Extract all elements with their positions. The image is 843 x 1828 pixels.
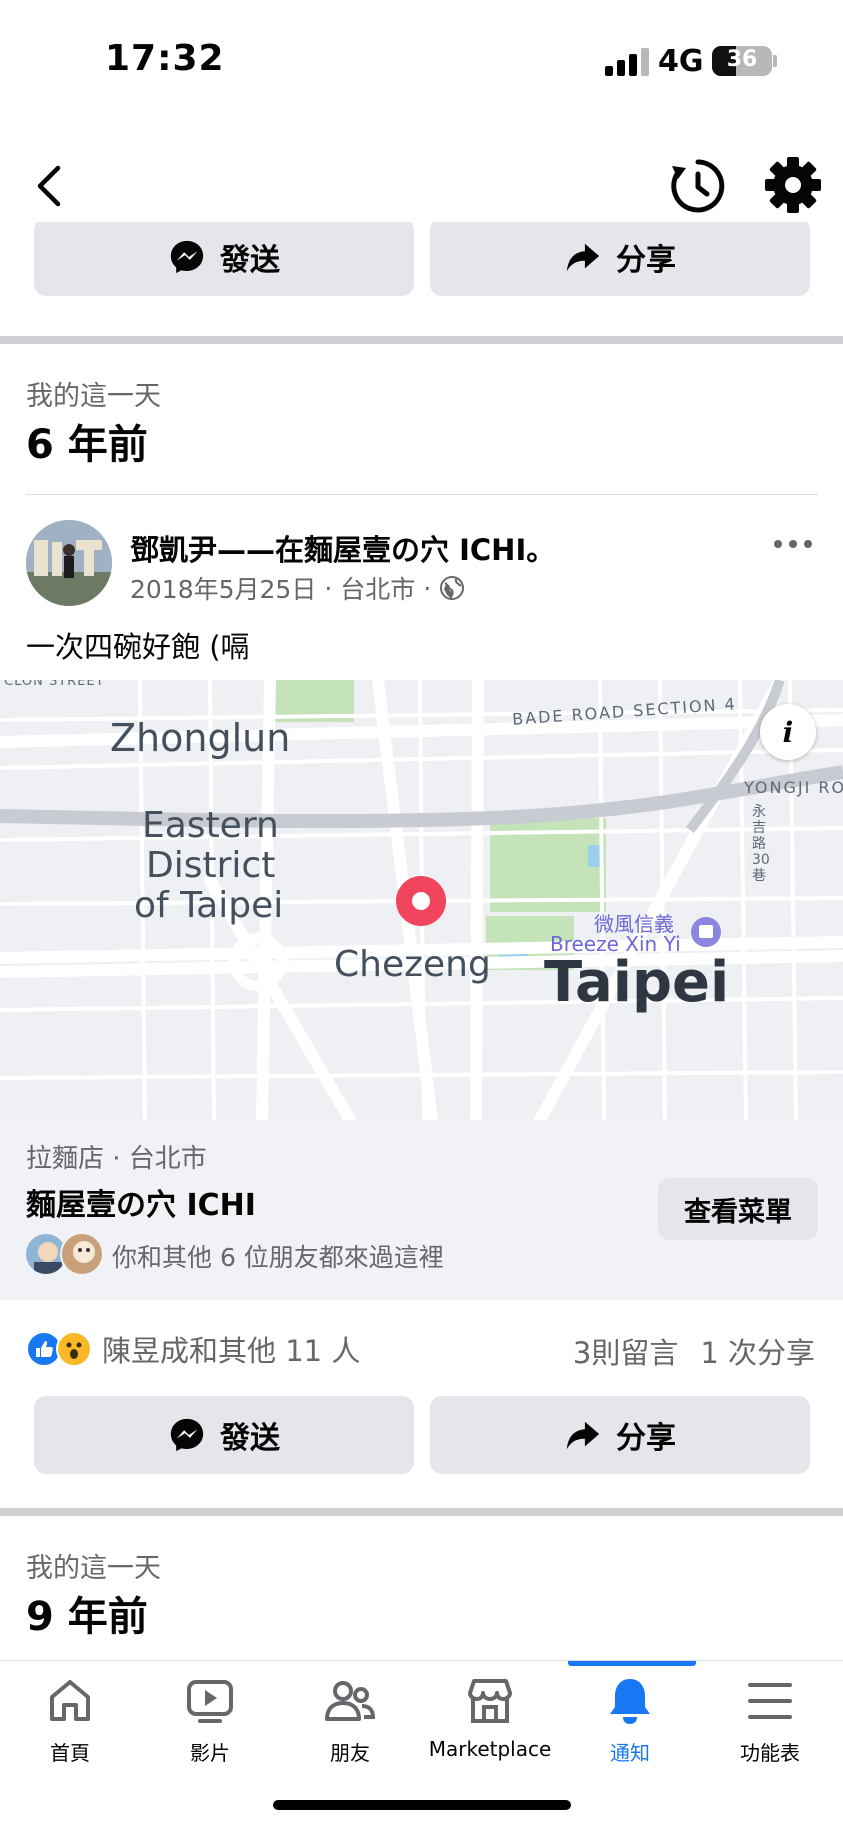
memory-subtitle: 我的這一天 xyxy=(26,1553,161,1584)
battery-icon: 36 xyxy=(712,46,772,76)
meta-separator: · xyxy=(324,573,333,603)
post-author[interactable]: 鄧凱尹——在麵屋壹の穴 ICHI。 xyxy=(130,527,555,569)
tab-home[interactable]: 首頁 xyxy=(0,1661,140,1781)
tab-marketplace[interactable]: Marketplace xyxy=(420,1661,560,1781)
previous-post-actions: 發送 分享 xyxy=(0,222,843,302)
memory-years-ago: 9 年前 xyxy=(26,1594,148,1640)
friends-visited-text: 你和其他 6 位朋友都來過這裡 xyxy=(112,1243,444,1272)
memory-rule xyxy=(26,494,818,495)
send-label: 發送 xyxy=(220,243,280,278)
home-indicator xyxy=(273,1800,571,1810)
map-label-street: CLON STREET xyxy=(4,680,105,689)
tab-menu[interactable]: 功能表 xyxy=(700,1661,840,1781)
place-name[interactable]: 麵屋壹の穴 ICHI xyxy=(26,1180,256,1224)
map-view[interactable]: CLON STREET BADE ROAD SECTION 4 Zhonglun… xyxy=(0,680,843,1120)
share-arrow-icon xyxy=(566,243,600,272)
bell-icon xyxy=(610,1679,650,1724)
post-actions: 發送 分享 xyxy=(0,1396,843,1476)
memory-years-ago: 6 年前 xyxy=(26,422,148,468)
marketplace-icon xyxy=(468,1679,512,1723)
send-label: 發送 xyxy=(220,1421,280,1456)
status-time: 17:32 xyxy=(105,38,225,79)
battery-level: 36 xyxy=(726,47,758,72)
share-label: 分享 xyxy=(616,1421,676,1456)
history-icon xyxy=(671,159,725,213)
share-button[interactable]: 分享 xyxy=(430,1396,810,1474)
engagement-counts: 3則留言 1 次分享 xyxy=(573,1330,815,1372)
place-card[interactable]: 拉麵店 · 台北市 麵屋壹の穴 ICHI 你和其他 6 位朋友都來過這裡 查看菜… xyxy=(0,1120,843,1300)
shares-count[interactable]: 1 次分享 xyxy=(700,1330,815,1372)
memory-subtitle: 我的這一天 xyxy=(26,381,161,412)
menu-icon xyxy=(748,1683,792,1719)
tab-label: 功能表 xyxy=(740,1741,800,1765)
send-button[interactable]: 發送 xyxy=(34,222,414,296)
author-avatar[interactable] xyxy=(26,520,112,606)
post-text: 一次四碗好飽 (嗝 xyxy=(26,630,250,664)
map-label-of-taipei: of Taipei xyxy=(134,885,284,926)
share-arrow-icon xyxy=(566,1421,600,1450)
signal-icon xyxy=(605,46,649,76)
map-label-chezeng: Chezeng xyxy=(334,944,491,985)
post-date[interactable]: 2018年5月25日 xyxy=(130,570,316,606)
tab-friends[interactable]: 朋友 xyxy=(280,1661,420,1781)
comments-count[interactable]: 3則留言 xyxy=(573,1330,678,1372)
friends-icon xyxy=(325,1681,376,1721)
tab-label: 首頁 xyxy=(50,1741,90,1765)
reactions-summary[interactable]: 陳昱成和其他 11 人 xyxy=(26,1328,360,1370)
messenger-icon xyxy=(170,1418,204,1452)
map-label-yongji-lane: 永吉路30巷 xyxy=(752,804,770,884)
place-category: 拉麵店 · 台北市 xyxy=(26,1144,207,1174)
friend-avatar xyxy=(60,1232,104,1276)
reaction-names: 陳昱成和其他 11 人 xyxy=(102,1334,361,1368)
map-label-taipei: Taipei xyxy=(544,950,730,1015)
back-button[interactable] xyxy=(26,150,86,220)
view-menu-button[interactable]: 查看菜單 xyxy=(658,1178,818,1240)
post-meta: 2018年5月25日 · 台北市 · xyxy=(130,570,465,606)
gear-icon xyxy=(765,157,821,213)
status-bar: 17:32 4G 36 xyxy=(0,0,843,120)
tab-label: 影片 xyxy=(190,1741,230,1765)
chevron-left-icon xyxy=(37,165,61,207)
map-label-eastern: Eastern xyxy=(142,805,279,846)
tab-label: 朋友 xyxy=(330,1741,370,1765)
battery-cap xyxy=(773,55,777,67)
messenger-icon xyxy=(170,240,204,274)
tab-notifications[interactable]: 通知 xyxy=(560,1661,700,1781)
settings-button[interactable] xyxy=(758,150,828,220)
video-icon xyxy=(187,1680,233,1723)
home-icon xyxy=(50,1680,90,1721)
map-info-button[interactable]: i xyxy=(760,704,816,760)
tab-label: Marketplace xyxy=(428,1737,552,1761)
send-button[interactable]: 發送 xyxy=(34,1396,414,1474)
map-label-zhonglun: Zhonglun xyxy=(110,716,291,760)
map-label-district: District xyxy=(146,845,276,886)
more-options-button[interactable] xyxy=(774,532,818,556)
network-label: 4G xyxy=(658,44,704,79)
section-divider xyxy=(0,1508,843,1516)
tab-label: 通知 xyxy=(610,1741,650,1765)
share-button[interactable]: 分享 xyxy=(430,222,810,296)
post-location: 台北市 xyxy=(340,575,416,604)
history-button[interactable] xyxy=(668,150,728,220)
section-divider xyxy=(0,336,843,344)
share-label: 分享 xyxy=(616,243,676,278)
map-label-yongji: YONGJI RO xyxy=(744,778,843,797)
globe-icon xyxy=(440,576,465,600)
tab-video[interactable]: 影片 xyxy=(140,1661,280,1781)
avatar-image xyxy=(26,520,112,606)
wow-reaction-icon xyxy=(56,1331,92,1367)
top-nav xyxy=(0,140,843,230)
meta-separator: · xyxy=(423,573,432,603)
